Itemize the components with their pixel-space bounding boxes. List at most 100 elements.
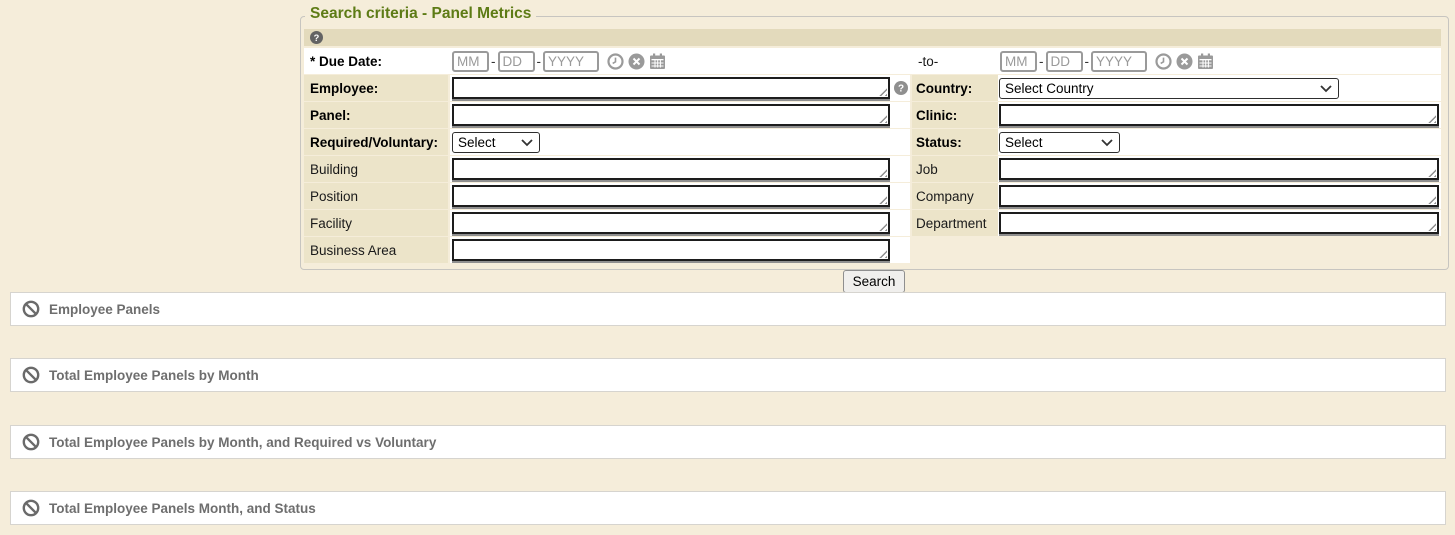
facility-field-cell xyxy=(450,210,910,236)
company-label: Company xyxy=(912,183,998,209)
to-label: -to- xyxy=(918,54,938,69)
due-date-to-day-input[interactable] xyxy=(1046,51,1083,72)
job-input[interactable] xyxy=(999,158,1439,180)
business-area-input[interactable] xyxy=(452,239,890,261)
clinic-input[interactable] xyxy=(999,104,1439,126)
resize-grip[interactable] xyxy=(878,87,887,96)
position-input[interactable] xyxy=(452,185,890,207)
date-separator: - xyxy=(1039,54,1044,69)
position-label: Position xyxy=(304,183,448,209)
department-input[interactable] xyxy=(999,212,1439,234)
required-voluntary-field-cell: Select xyxy=(450,129,910,155)
clear-date-icon[interactable] xyxy=(628,53,645,70)
panel-input[interactable] xyxy=(452,104,890,126)
due-date-to-group: - - xyxy=(1000,51,1214,72)
prohibition-icon xyxy=(22,499,40,517)
employee-field-cell: ? xyxy=(450,75,910,101)
company-input[interactable] xyxy=(999,185,1439,207)
prohibition-icon xyxy=(22,433,40,451)
building-field-cell xyxy=(450,156,910,182)
status-label: Status: xyxy=(912,129,998,155)
resize-grip[interactable] xyxy=(878,168,887,177)
resize-grip[interactable] xyxy=(1427,222,1436,231)
form-row-due-date: * Due Date: - - -to- - xyxy=(304,48,1441,74)
section-title: Total Employee Panels by Month, and Requ… xyxy=(49,435,436,450)
chevron-down-icon xyxy=(1101,139,1113,147)
due-date-from-group: - - xyxy=(452,51,666,72)
resize-grip[interactable] xyxy=(1427,114,1436,123)
status-select-value: Select xyxy=(1005,135,1043,150)
svg-text:?: ? xyxy=(898,84,904,95)
form-row-facility: Facility Department xyxy=(304,210,1441,236)
clock-icon[interactable] xyxy=(607,53,624,70)
clinic-field-cell xyxy=(998,102,1441,128)
chevron-down-icon xyxy=(1320,85,1332,93)
form-row-panel: Panel: Clinic: xyxy=(304,102,1441,128)
chevron-down-icon xyxy=(521,139,533,147)
due-date-from-day-input[interactable] xyxy=(498,51,535,72)
panel-field-cell xyxy=(450,102,910,128)
search-button[interactable]: Search xyxy=(843,270,905,293)
business-area-label: Business Area xyxy=(304,237,448,263)
resize-grip[interactable] xyxy=(1427,195,1436,204)
clear-date-icon[interactable] xyxy=(1176,53,1193,70)
status-field-cell: Select xyxy=(998,129,1441,155)
employee-input[interactable] xyxy=(452,77,890,99)
section-title: Total Employee Panels Month, and Status xyxy=(49,501,316,516)
section-total-panels-required-vs-voluntary[interactable]: Total Employee Panels by Month, and Requ… xyxy=(10,425,1446,459)
due-date-from-year-input[interactable] xyxy=(543,51,599,72)
prohibition-icon xyxy=(22,366,40,384)
facility-input[interactable] xyxy=(452,212,890,234)
required-voluntary-select-value: Select xyxy=(458,135,496,150)
country-field-cell: Select Country xyxy=(998,75,1441,101)
resize-grip[interactable] xyxy=(878,222,887,231)
form-row-building: Building Job xyxy=(304,156,1441,182)
form-row-employee: Employee: ? Country: Select Country xyxy=(304,75,1441,101)
building-input[interactable] xyxy=(452,158,890,180)
section-title: Total Employee Panels by Month xyxy=(49,368,259,383)
due-date-from-month-input[interactable] xyxy=(452,51,489,72)
date-separator: - xyxy=(491,54,496,69)
facility-label: Facility xyxy=(304,210,448,236)
clinic-label: Clinic: xyxy=(912,102,998,128)
calendar-icon[interactable] xyxy=(649,53,666,70)
due-date-to-year-input[interactable] xyxy=(1091,51,1147,72)
form-row-position: Position Company xyxy=(304,183,1441,209)
section-title: Employee Panels xyxy=(49,302,160,317)
date-separator: - xyxy=(537,54,542,69)
job-field-cell xyxy=(998,156,1441,182)
due-date-to-month-input[interactable] xyxy=(1000,51,1037,72)
resize-grip[interactable] xyxy=(1427,168,1436,177)
position-field-cell xyxy=(450,183,910,209)
section-employee-panels[interactable]: Employee Panels xyxy=(10,292,1446,326)
section-total-panels-by-month[interactable]: Total Employee Panels by Month xyxy=(10,358,1446,392)
business-area-field-cell xyxy=(450,237,910,263)
help-icon[interactable]: ? xyxy=(310,31,323,44)
employee-help-icon[interactable]: ? xyxy=(894,81,908,95)
building-label: Building xyxy=(304,156,448,182)
due-date-label: * Due Date: xyxy=(310,54,382,69)
form-row-business-area: Business Area xyxy=(304,237,1441,263)
country-select-value: Select Country xyxy=(1005,81,1094,96)
company-field-cell xyxy=(998,183,1441,209)
resize-grip[interactable] xyxy=(878,195,887,204)
prohibition-icon xyxy=(22,300,40,318)
required-voluntary-select[interactable]: Select xyxy=(452,132,540,153)
job-label: Job xyxy=(912,156,998,182)
employee-label: Employee: xyxy=(304,75,448,101)
resize-grip[interactable] xyxy=(878,249,887,258)
date-separator: - xyxy=(1085,54,1090,69)
clock-icon[interactable] xyxy=(1155,53,1172,70)
country-select[interactable]: Select Country xyxy=(999,78,1339,99)
department-label: Department xyxy=(912,210,998,236)
department-field-cell xyxy=(998,210,1441,236)
status-select[interactable]: Select xyxy=(999,132,1120,153)
panel-label: Panel: xyxy=(304,102,448,128)
required-voluntary-label: Required/Voluntary: xyxy=(304,129,448,155)
form-help-bar: ? xyxy=(304,29,1441,46)
country-label: Country: xyxy=(912,75,998,101)
svg-text:?: ? xyxy=(314,33,320,43)
section-total-panels-month-status[interactable]: Total Employee Panels Month, and Status xyxy=(10,491,1446,525)
calendar-icon[interactable] xyxy=(1197,53,1214,70)
resize-grip[interactable] xyxy=(878,114,887,123)
